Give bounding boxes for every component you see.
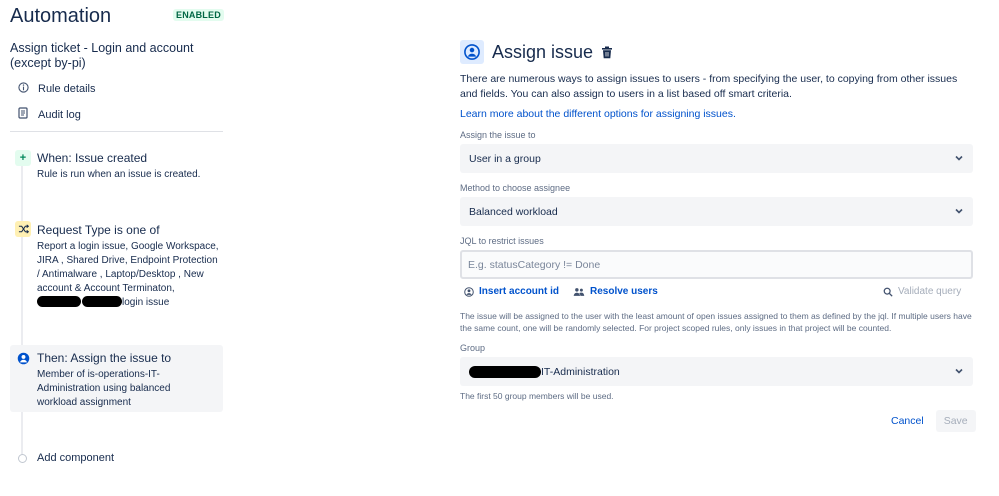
chevron-down-icon xyxy=(953,152,965,167)
panel-title: Assign issue xyxy=(492,41,594,62)
group-help-text: The first 50 group members will be used. xyxy=(460,391,614,401)
person-icon xyxy=(15,350,31,366)
condition-tail: login issue xyxy=(122,297,170,308)
redacted-block xyxy=(82,296,122,307)
redacted-block xyxy=(37,296,81,307)
rule-name: Assign ticket - Login and account (excep… xyxy=(10,41,194,70)
trigger-step[interactable]: + When: Issue created Rule is run when a… xyxy=(10,148,223,188)
person-icon xyxy=(460,40,484,64)
group-field-label: Group xyxy=(460,343,486,353)
search-icon xyxy=(883,287,893,297)
insert-account-id-button[interactable]: Insert account id xyxy=(464,286,559,297)
cancel-button[interactable]: Cancel xyxy=(883,410,932,432)
rule-details-label: Rule details xyxy=(38,83,96,95)
sidebar-divider xyxy=(10,131,223,132)
jql-input[interactable]: E.g. statusCategory != Done xyxy=(460,250,973,279)
trigger-title: When: Issue created xyxy=(37,151,148,165)
validate-query-label: Validate query xyxy=(898,286,962,297)
condition-step[interactable]: Request Type is one of Report a login is… xyxy=(10,220,223,315)
people-icon xyxy=(573,287,585,297)
info-icon xyxy=(18,82,32,96)
trash-icon[interactable] xyxy=(601,46,613,59)
assign-field-label: Assign the issue to xyxy=(460,130,536,140)
action-description: Member of is-operations-IT-Administratio… xyxy=(37,369,171,408)
method-field-label: Method to choose assignee xyxy=(460,183,571,193)
group-select[interactable]: IT-Administration xyxy=(460,357,973,386)
group-select-value: IT-Administration xyxy=(541,365,620,378)
condition-values: Report a login issue, Google Workspace, … xyxy=(37,241,219,294)
audit-log-label: Audit log xyxy=(38,108,81,121)
resolve-users-button[interactable]: Resolve users xyxy=(573,286,658,297)
assign-issue-panel: Assign issue There are numerous ways to … xyxy=(460,38,973,401)
chevron-down-icon xyxy=(953,365,965,380)
jql-field-label: JQL to restrict issues xyxy=(460,236,544,246)
jql-placeholder: E.g. statusCategory != Done xyxy=(468,258,601,271)
condition-title: Request Type is one of xyxy=(37,223,160,237)
learn-more-link[interactable]: Learn more about the different options f… xyxy=(460,108,973,120)
resolve-users-label: Resolve users xyxy=(590,286,658,297)
plus-icon: + xyxy=(15,150,31,166)
assign-select[interactable]: User in a group xyxy=(460,144,973,173)
method-select[interactable]: Balanced workload xyxy=(460,197,973,226)
shuffle-icon xyxy=(15,221,31,237)
app-title: Automation xyxy=(10,5,112,27)
method-select-value: Balanced workload xyxy=(469,205,558,218)
rule-details-link[interactable]: Rule details xyxy=(18,82,95,96)
save-button[interactable]: Save xyxy=(935,410,976,432)
action-title: Then: Assign the issue to xyxy=(37,351,172,365)
person-icon xyxy=(464,286,474,297)
action-step[interactable]: Then: Assign the issue to Member of is-o… xyxy=(10,345,223,412)
trigger-description: Rule is run when an issue is created. xyxy=(37,169,201,180)
assign-select-value: User in a group xyxy=(469,152,541,165)
jql-help-text: The issue will be assigned to the user w… xyxy=(460,311,972,333)
redacted-block xyxy=(469,365,541,378)
add-component-dot-icon xyxy=(18,453,27,463)
validate-query-button[interactable]: Validate query xyxy=(883,286,961,297)
chevron-down-icon xyxy=(953,205,965,220)
add-component-button[interactable]: Add component xyxy=(18,452,114,464)
insert-account-id-label: Insert account id xyxy=(479,286,560,297)
status-badge: ENABLED xyxy=(173,9,224,21)
audit-log-link[interactable]: Audit log xyxy=(18,107,81,122)
add-component-label: Add component xyxy=(37,452,115,464)
condition-description: Report a login issue, Google Workspace, … xyxy=(37,240,223,310)
panel-description: There are numerous ways to assign issues… xyxy=(460,73,958,100)
document-icon xyxy=(18,107,32,122)
